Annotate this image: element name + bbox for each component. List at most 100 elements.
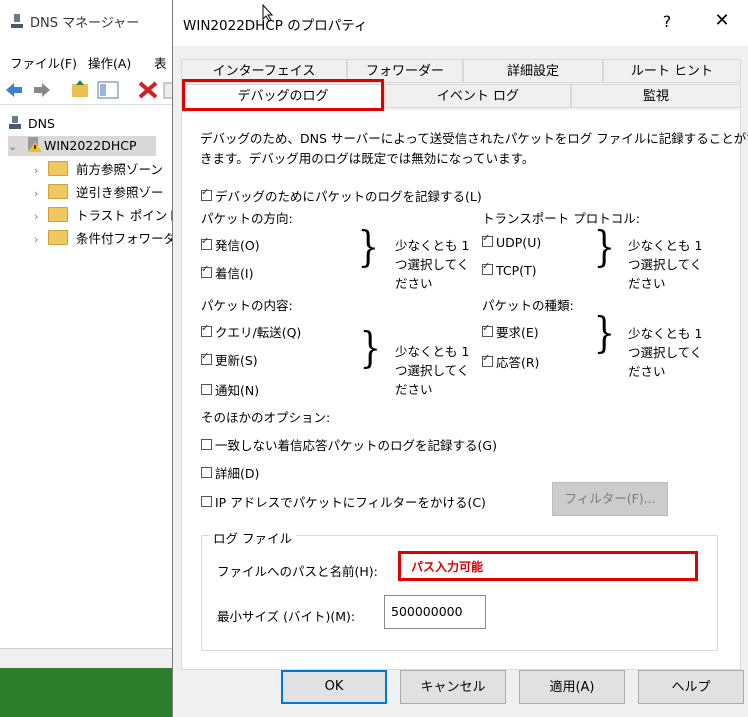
checkbox-box[interactable]	[482, 323, 493, 337]
notifications-checkbox[interactable]: 通知(N)	[201, 380, 259, 399]
other-options-heading: そのほかのオプション:	[201, 410, 331, 425]
checkbox-box[interactable]	[482, 261, 493, 275]
checkbox-label: TCP(T)	[496, 263, 537, 278]
udp-checkbox[interactable]: UDP(U)	[482, 233, 541, 250]
server-warning-icon	[26, 136, 44, 155]
checkbox-label: 通知(N)	[215, 383, 260, 398]
tab-event-logging[interactable]: イベント ログ	[385, 84, 571, 108]
chevron-right-icon[interactable]: ›	[34, 210, 48, 223]
tree-item-label: 条件付フォワーダ	[76, 231, 177, 246]
chevron-right-icon[interactable]: ›	[34, 187, 48, 200]
checkbox-label: 詳細(D)	[215, 466, 260, 481]
back-icon[interactable]	[6, 83, 22, 97]
tab-highlight-box	[182, 79, 384, 111]
checkbox-label: クエリ/転送(Q)	[215, 325, 302, 340]
menu-file[interactable]: ファイル(F)	[10, 53, 77, 72]
log-file-legend: ログ ファイル	[209, 528, 296, 547]
checkbox-label: 着信(I)	[215, 266, 254, 281]
tree-item-conditional-forwarders[interactable]: › 条件付フォワーダ	[34, 228, 176, 248]
tree-item-trust-points[interactable]: › トラスト ポイント	[34, 205, 180, 225]
up-folder-icon[interactable]	[72, 80, 88, 97]
dns-menubar: ファイル(F) 操作(A) 表	[0, 48, 175, 72]
transport-heading: トランスポート プロトコル:	[482, 211, 640, 226]
tree-item-label: WIN2022DHCP	[43, 138, 137, 153]
mouse-cursor-icon	[262, 3, 274, 25]
tree-item-label: トラスト ポイント	[76, 208, 180, 223]
checkbox-box[interactable]	[201, 467, 212, 478]
dns-status-bar	[0, 648, 172, 669]
filter-button[interactable]: フィルター(F)...	[552, 482, 668, 516]
help-button-bottom[interactable]: ヘルプ	[638, 670, 744, 704]
contents-heading: パケットの内容:	[201, 298, 293, 313]
tcp-checkbox[interactable]: TCP(T)	[482, 261, 537, 278]
taskbar	[0, 668, 172, 717]
dns-root-icon	[8, 116, 22, 130]
tab-root-hints[interactable]: ルート ヒント	[603, 59, 741, 83]
tree-item-server[interactable]: ⌄ WIN2022DHCP	[8, 136, 156, 156]
packet-type-heading: パケットの種類:	[482, 298, 574, 313]
chevron-right-icon[interactable]: ›	[34, 233, 48, 246]
dns-manager-title: DNS マネージャー	[30, 16, 140, 31]
max-size-label: 最小サイズ (バイト)(M):	[217, 609, 356, 624]
checkbox-box[interactable]	[201, 264, 212, 278]
brace-icon: }	[593, 308, 616, 357]
forward-icon[interactable]	[34, 83, 50, 97]
tree-item-forward-zones[interactable]: › 前方参照ゾーン	[34, 159, 163, 179]
checkbox-box[interactable]	[482, 353, 493, 367]
tree-item-label: 逆引き参照ゾー	[76, 185, 164, 200]
delete-icon[interactable]	[138, 81, 158, 99]
ok-button[interactable]: OK	[281, 670, 387, 704]
tree-item-dns[interactable]: DNS	[8, 116, 55, 136]
ip-filter-checkbox[interactable]: IP アドレスでパケットにフィルターをかける(C)	[201, 492, 486, 511]
checkbox-label: 要求(E)	[496, 325, 539, 340]
checkbox-label: 応答(R)	[496, 355, 540, 370]
checkbox-box[interactable]	[201, 187, 212, 201]
log-path-value: パス入力可能	[411, 560, 484, 574]
enable-logging-checkbox[interactable]: デバッグのためにパケットのログを記録する(L)	[201, 186, 482, 205]
log-path-input[interactable]: パス入力可能	[398, 551, 698, 581]
checkbox-box[interactable]	[201, 323, 212, 337]
chevron-right-icon[interactable]: ›	[34, 164, 48, 177]
console-tree-icon[interactable]	[97, 81, 119, 99]
apply-button[interactable]: 適用(A)	[519, 670, 625, 704]
menu-action[interactable]: 操作(A)	[88, 53, 131, 72]
checkbox-box[interactable]	[201, 384, 212, 395]
checkbox-box[interactable]	[201, 236, 212, 250]
unmatched-responses-checkbox[interactable]: 一致しない着信応答パケットのログを記録する(G)	[201, 435, 497, 454]
tab-monitoring[interactable]: 監視	[571, 84, 741, 108]
checkbox-box[interactable]	[201, 351, 212, 365]
chevron-down-icon[interactable]: ⌄	[8, 140, 22, 153]
tree-item-label: DNS	[28, 116, 55, 131]
close-button[interactable]: ✕	[709, 10, 735, 31]
response-checkbox[interactable]: 応答(R)	[482, 352, 539, 371]
checkbox-label: IP アドレスでパケットにフィルターをかける(C)	[215, 495, 486, 510]
checkbox-box[interactable]	[482, 233, 493, 247]
tree-item-reverse-zones[interactable]: › 逆引き参照ゾー	[34, 182, 164, 202]
brace-icon: }	[357, 222, 380, 271]
queries-checkbox[interactable]: クエリ/転送(Q)	[201, 322, 301, 341]
tab-advanced[interactable]: 詳細設定	[463, 59, 603, 83]
checkbox-box[interactable]	[201, 496, 212, 507]
checkbox-box[interactable]	[201, 439, 212, 450]
max-size-input[interactable]: 500000000	[384, 595, 486, 629]
transport-note: 少なくとも 1 つ選択してください	[628, 238, 703, 291]
folder-icon	[48, 230, 68, 245]
folder-icon	[48, 161, 68, 176]
properties-dialog: WIN2022DHCP のプロパティ ? ✕ インターフェイス フォワーダー 詳…	[172, 0, 748, 717]
packet-type-note: 少なくとも 1 つ選択してください	[628, 326, 703, 379]
help-button[interactable]: ?	[657, 12, 677, 31]
brace-icon: }	[593, 222, 616, 271]
request-checkbox[interactable]: 要求(E)	[482, 322, 539, 341]
folder-icon	[48, 184, 68, 199]
dialog-titlebar: WIN2022DHCP のプロパティ ? ✕	[173, 0, 748, 46]
tree-item-label: 前方参照ゾーン	[76, 162, 163, 177]
direction-note: 少なくとも 1 つ選択してください	[395, 238, 470, 291]
updates-checkbox[interactable]: 更新(S)	[201, 350, 258, 369]
dialog-title: WIN2022DHCP のプロパティ	[183, 18, 368, 34]
cancel-button[interactable]: キャンセル	[400, 670, 506, 704]
details-checkbox[interactable]: 詳細(D)	[201, 463, 259, 482]
menu-view[interactable]: 表	[154, 53, 167, 72]
outgoing-checkbox[interactable]: 発信(O)	[201, 235, 260, 254]
checkbox-label: デバッグのためにパケットのログを記録する(L)	[215, 189, 482, 204]
incoming-checkbox[interactable]: 着信(I)	[201, 263, 253, 282]
